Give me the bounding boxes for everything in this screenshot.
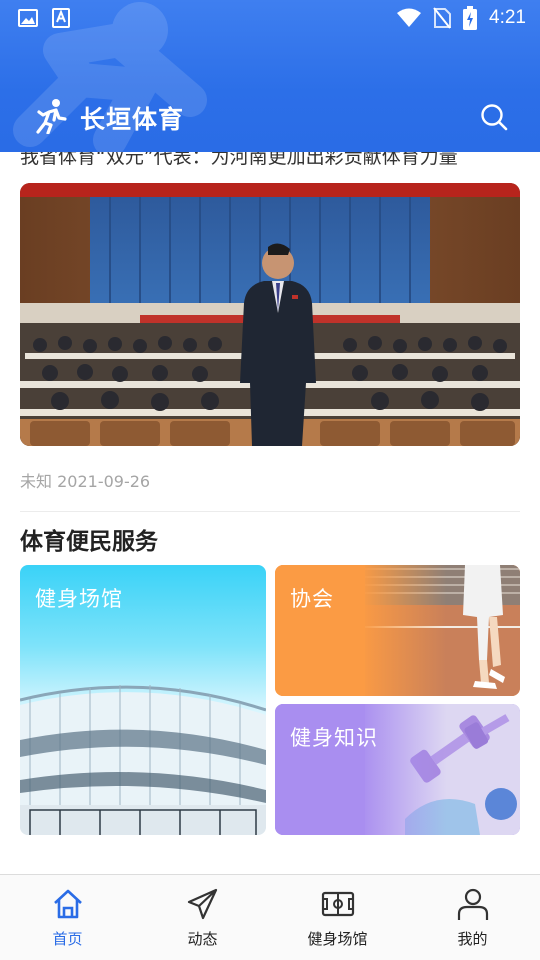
app-title: 长垣体育 <box>80 105 185 134</box>
wifi-icon <box>397 8 422 27</box>
nav-item-venues[interactable]: 健身场馆 <box>270 875 405 960</box>
paper-plane-icon <box>187 888 217 920</box>
nav-item-news[interactable]: 动态 <box>135 875 270 960</box>
services-title: 体育便民服务 <box>20 529 158 555</box>
divider <box>20 511 520 512</box>
nav-item-home[interactable]: 首页 <box>0 875 135 960</box>
bottom-nav: 首页 动态 健身场馆 我的 <box>0 874 540 960</box>
card-fitness-venue[interactable]: 健身场馆 <box>20 565 266 835</box>
nav-label: 我的 <box>457 930 488 948</box>
home-icon <box>53 889 82 919</box>
card-label: 协会 <box>290 587 334 611</box>
image-icon <box>18 9 38 27</box>
card-label: 健身场馆 <box>35 587 123 611</box>
article-meta: 未知 2021-09-26 <box>20 468 150 492</box>
person-icon <box>457 888 488 920</box>
search-icon[interactable] <box>480 103 508 131</box>
article-date: 2021-09-26 <box>57 472 151 491</box>
status-time: 4:21 <box>489 7 526 28</box>
card-label: 健身知识 <box>290 726 378 750</box>
runner-icon <box>36 99 67 134</box>
nav-item-mine[interactable]: 我的 <box>405 875 540 960</box>
nav-label: 动态 <box>187 930 218 948</box>
nav-label: 健身场馆 <box>307 930 368 948</box>
status-bar: 4:21 <box>0 0 540 36</box>
battery-charging-icon <box>463 6 478 30</box>
nav-label: 首页 <box>52 930 83 948</box>
article-source: 未知 <box>20 472 53 491</box>
no-sim-icon <box>433 7 452 29</box>
article-photo[interactable] <box>20 183 520 446</box>
stadium-icon <box>321 891 354 917</box>
font-a-icon <box>52 8 70 28</box>
app-header: 4:21 长垣体育 <box>0 0 540 152</box>
card-fitness-knowledge[interactable]: 健身知识 <box>275 704 520 835</box>
card-association[interactable]: 协会 <box>275 565 520 696</box>
